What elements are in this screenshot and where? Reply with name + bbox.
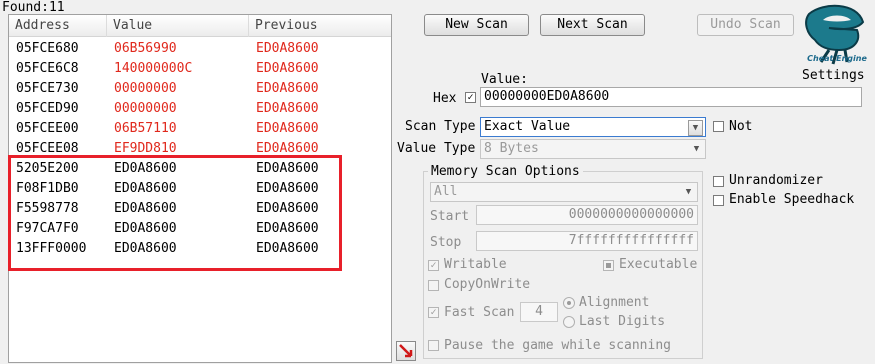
- previous-cell: ED0A8600: [256, 81, 319, 96]
- results-list-header: Address Value Previous: [9, 15, 391, 37]
- copyonwrite-checkbox[interactable]: [428, 280, 439, 291]
- chevron-down-icon[interactable]: ▼: [688, 120, 703, 136]
- previous-cell: ED0A8600: [256, 61, 319, 76]
- value-type-value: 8 Bytes: [484, 141, 539, 156]
- address-cell: 05FCEE00: [16, 121, 79, 136]
- hex-label: Hex: [433, 91, 457, 106]
- memory-scan-options-title: Memory Scan Options: [428, 164, 583, 179]
- speedhack-checkbox[interactable]: [713, 195, 724, 206]
- previous-cell: ED0A8600: [256, 41, 319, 56]
- fast-scan-alignment-input[interactable]: 4: [520, 302, 558, 322]
- hex-checkbox[interactable]: ✓: [465, 92, 476, 103]
- executable-label: Executable: [619, 257, 698, 272]
- table-row[interactable]: 05FCE730 00000000 ED0A8600: [9, 79, 391, 99]
- last-digits-radio[interactable]: [563, 316, 575, 328]
- start-label: Start: [430, 209, 470, 224]
- undo-scan-button[interactable]: Undo Scan: [697, 14, 794, 36]
- logo-text: Cheat Engine: [807, 54, 867, 63]
- address-cell: 05FCE6C8: [16, 61, 79, 76]
- value-cell: 00000000: [114, 101, 177, 116]
- highlight-box: [8, 155, 342, 271]
- settings-link[interactable]: Settings: [802, 68, 865, 83]
- table-row[interactable]: 05FCE6C8 140000000C ED0A8600: [9, 59, 391, 79]
- stop-address-input[interactable]: 7fffffffffffffff: [476, 231, 698, 251]
- previous-cell: ED0A8600: [256, 101, 319, 116]
- table-row[interactable]: 05FCE680 06B56990 ED0A8600: [9, 39, 391, 59]
- speedhack-label: Enable Speedhack: [729, 192, 855, 207]
- column-header-value[interactable]: Value: [107, 15, 249, 37]
- scan-type-value: Exact Value: [484, 119, 571, 134]
- table-row[interactable]: 05FCED90 00000000 ED0A8600: [9, 99, 391, 119]
- address-cell: 05FCE680: [16, 41, 79, 56]
- not-label: Not: [729, 119, 753, 134]
- unrandomizer-label: Unrandomizer: [729, 173, 823, 188]
- previous-cell: ED0A8600: [256, 121, 319, 136]
- value-cell: 06B57110: [114, 121, 177, 136]
- writable-checkbox[interactable]: ✓: [428, 260, 439, 271]
- fast-scan-checkbox[interactable]: ✓: [428, 307, 439, 318]
- new-scan-button[interactable]: New Scan: [424, 14, 529, 36]
- not-checkbox[interactable]: [713, 121, 724, 132]
- address-cell: 05FCED90: [16, 101, 79, 116]
- alignment-label: Alignment: [579, 295, 650, 310]
- last-digits-label: Last Digits: [579, 314, 666, 329]
- copyonwrite-label: CopyOnWrite: [444, 277, 531, 292]
- pause-game-label: Pause the game while scanning: [444, 338, 671, 353]
- chevron-down-icon[interactable]: ▼: [682, 185, 695, 199]
- fast-scan-label: Fast Scan: [444, 305, 515, 320]
- value-label: Value:: [481, 72, 528, 87]
- found-count-label: Found:11: [2, 0, 65, 15]
- next-scan-button[interactable]: Next Scan: [540, 14, 645, 36]
- start-address-input[interactable]: 0000000000000000: [476, 205, 698, 225]
- memory-region-value: All: [434, 184, 458, 199]
- executable-checkbox[interactable]: [603, 260, 614, 271]
- scan-type-label: Scan Type: [405, 119, 476, 134]
- pause-game-checkbox[interactable]: [428, 340, 439, 351]
- value-cell: 06B56990: [114, 41, 177, 56]
- column-header-address[interactable]: Address: [9, 15, 107, 37]
- table-row[interactable]: 05FCEE00 06B57110 ED0A8600: [9, 119, 391, 139]
- chevron-down-icon[interactable]: ▼: [690, 142, 703, 156]
- value-input[interactable]: 00000000ED0A8600: [480, 87, 862, 107]
- value-cell: 00000000: [114, 81, 177, 96]
- column-header-previous[interactable]: Previous: [249, 15, 392, 37]
- writable-label: Writable: [444, 257, 507, 272]
- stop-label: Stop: [430, 235, 462, 250]
- value-cell: 140000000C: [114, 61, 193, 76]
- alignment-radio[interactable]: [563, 297, 575, 309]
- scan-type-select[interactable]: Exact Value ▼: [480, 117, 706, 137]
- value-type-label: Value Type: [397, 141, 476, 156]
- add-to-address-list-icon[interactable]: [396, 341, 416, 361]
- memory-region-select[interactable]: All ▼: [430, 182, 698, 202]
- value-type-select[interactable]: 8 Bytes ▼: [480, 139, 706, 159]
- cheat-engine-logo-icon[interactable]: Cheat Engine: [799, 0, 871, 72]
- unrandomizer-checkbox[interactable]: [713, 176, 724, 187]
- address-cell: 05FCE730: [16, 81, 79, 96]
